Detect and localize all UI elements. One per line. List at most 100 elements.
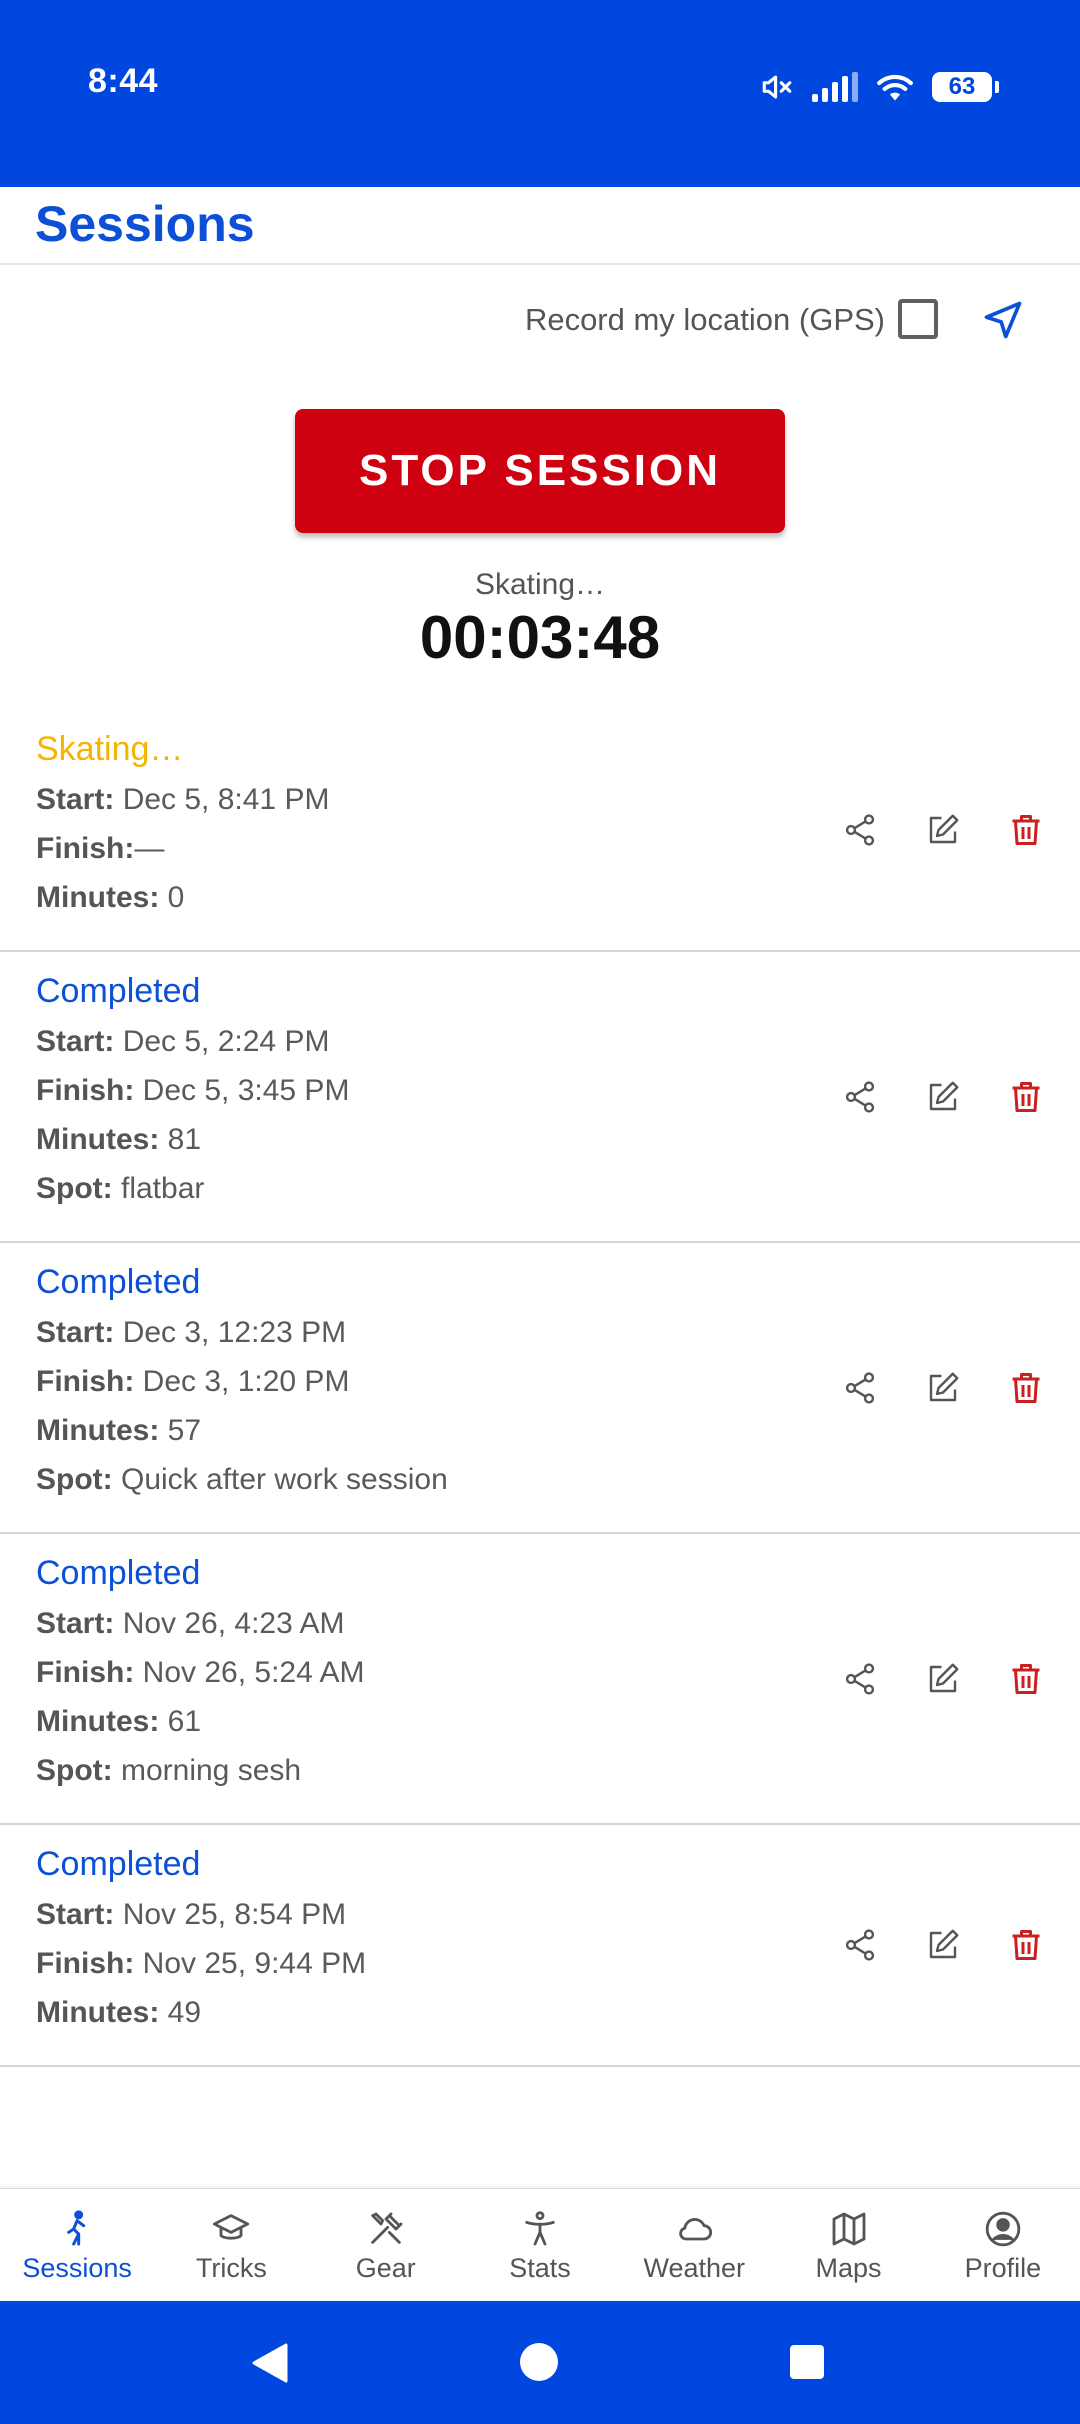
nav-profile[interactable]: Profile bbox=[926, 2189, 1080, 2301]
delete-button[interactable] bbox=[1006, 1368, 1046, 1408]
minutes-label: Minutes: bbox=[36, 1996, 160, 2029]
minutes-value: 0 bbox=[167, 881, 185, 914]
nav-sessions[interactable]: Sessions bbox=[0, 2189, 154, 2301]
cloud-icon bbox=[679, 2218, 713, 2241]
delete-button[interactable] bbox=[1006, 1659, 1046, 1699]
minutes-value: 61 bbox=[167, 1705, 202, 1738]
edit-button[interactable] bbox=[923, 1659, 963, 1699]
finish-label: Finish: bbox=[36, 1947, 135, 1980]
finish-value: Dec 3, 1:20 PM bbox=[142, 1365, 350, 1398]
session-actions bbox=[840, 1659, 1046, 1699]
share-button[interactable] bbox=[840, 1659, 880, 1699]
start-label: Start: bbox=[36, 1607, 115, 1640]
gps-checkbox[interactable] bbox=[898, 299, 938, 339]
minutes-label: Minutes: bbox=[36, 1414, 160, 1447]
nav-label: Stats bbox=[509, 2253, 571, 2283]
finish-value: — bbox=[134, 832, 165, 865]
nav-label: Gear bbox=[355, 2253, 416, 2283]
delete-button[interactable] bbox=[1006, 810, 1046, 850]
minutes-value: 81 bbox=[167, 1123, 202, 1156]
finish-label: Finish: bbox=[36, 1074, 135, 1107]
nav-label: Sessions bbox=[22, 2253, 132, 2283]
session-spot: Spot: Quick after work session bbox=[36, 1455, 1044, 1504]
edit-button[interactable] bbox=[923, 810, 963, 850]
edit-button[interactable] bbox=[923, 1368, 963, 1408]
edit-icon bbox=[929, 1929, 959, 1959]
trash-icon bbox=[1012, 1930, 1040, 1960]
nav-weather[interactable]: Weather bbox=[617, 2189, 771, 2301]
share-icon bbox=[845, 1662, 875, 1695]
session-card[interactable]: Completed Start: Dec 5, 2:24 PM Finish: … bbox=[0, 952, 1080, 1243]
home-icon[interactable] bbox=[520, 2343, 558, 2381]
start-label: Start: bbox=[36, 1316, 115, 1349]
session-minutes: Minutes: 49 bbox=[36, 1988, 1044, 2037]
session-card[interactable]: Skating… Start: Dec 5, 8:41 PM Finish:— … bbox=[0, 710, 1080, 952]
trash-icon bbox=[1012, 1081, 1040, 1112]
finish-label: Finish: bbox=[36, 1656, 135, 1689]
spot-label: Spot: bbox=[36, 1172, 113, 1205]
status-bar: 8:44 63 bbox=[0, 0, 1080, 187]
delete-button[interactable] bbox=[1006, 1077, 1046, 1117]
finish-value: Dec 5, 3:45 PM bbox=[142, 1074, 350, 1107]
start-value: Nov 26, 4:23 AM bbox=[122, 1607, 345, 1640]
edit-button[interactable] bbox=[923, 1077, 963, 1117]
delete-button[interactable] bbox=[1006, 1925, 1046, 1965]
session-card[interactable]: Completed Start: Nov 25, 8:54 PM Finish:… bbox=[0, 1825, 1080, 2067]
timer-status: Skating… bbox=[474, 568, 606, 601]
edit-icon bbox=[929, 1081, 959, 1110]
tools-icon bbox=[370, 2212, 403, 2244]
share-button[interactable] bbox=[840, 1077, 880, 1117]
nav-stats[interactable]: Stats bbox=[463, 2189, 617, 2301]
nav-tricks[interactable]: Tricks bbox=[154, 2189, 308, 2301]
session-status: Completed bbox=[36, 1554, 201, 1592]
session-start: Start: Nov 26, 4:23 AM bbox=[36, 1599, 1044, 1648]
system-nav-bar bbox=[0, 2301, 1080, 2424]
spot-value: morning sesh bbox=[120, 1754, 302, 1787]
gps-label: Record my location (GPS) bbox=[524, 302, 885, 337]
session-card[interactable]: Completed Start: Nov 26, 4:23 AM Finish:… bbox=[0, 1534, 1080, 1825]
start-value: Dec 3, 12:23 PM bbox=[122, 1316, 347, 1349]
status-time: 8:44 bbox=[88, 62, 159, 100]
nav-gear[interactable]: Gear bbox=[309, 2189, 463, 2301]
trash-icon bbox=[1012, 1372, 1040, 1403]
bottom-nav: Sessions Tricks Gear Stats Weather Maps bbox=[0, 2188, 1080, 2301]
share-button[interactable] bbox=[840, 810, 880, 850]
accessibility-person-icon bbox=[525, 2211, 555, 2246]
session-status: Completed bbox=[36, 972, 201, 1010]
minutes-label: Minutes: bbox=[36, 1123, 160, 1156]
spot-label: Spot: bbox=[36, 1754, 113, 1787]
back-icon[interactable] bbox=[250, 2343, 288, 2383]
session-status: Skating… bbox=[36, 730, 184, 768]
nav-label: Weather bbox=[643, 2253, 746, 2283]
battery-indicator: 63 bbox=[932, 72, 999, 102]
session-actions bbox=[840, 1368, 1046, 1408]
map-icon bbox=[832, 2212, 865, 2246]
minutes-value: 49 bbox=[167, 1996, 202, 2029]
session-minutes: Minutes: 0 bbox=[36, 873, 1044, 922]
skater-icon bbox=[67, 2210, 86, 2246]
wifi-icon bbox=[877, 75, 913, 101]
start-value: Dec 5, 2:24 PM bbox=[122, 1025, 330, 1058]
edit-icon bbox=[929, 1372, 959, 1401]
session-card[interactable]: Completed Start: Dec 3, 12:23 PM Finish:… bbox=[0, 1243, 1080, 1534]
start-label: Start: bbox=[36, 1898, 115, 1931]
nav-label: Profile bbox=[964, 2253, 1042, 2283]
session-list: Skating… Start: Dec 5, 8:41 PM Finish:— … bbox=[0, 710, 1080, 2067]
nav-maps[interactable]: Maps bbox=[771, 2189, 925, 2301]
finish-label: Finish: bbox=[36, 832, 135, 865]
edit-button[interactable] bbox=[923, 1925, 963, 1965]
share-button[interactable] bbox=[840, 1925, 880, 1965]
stop-session-button[interactable]: STOP SESSION bbox=[295, 409, 785, 533]
start-value: Dec 5, 8:41 PM bbox=[122, 783, 330, 816]
minutes-label: Minutes: bbox=[36, 1705, 160, 1738]
share-button[interactable] bbox=[840, 1368, 880, 1408]
session-spot: Spot: morning sesh bbox=[36, 1746, 1044, 1795]
session-start: Start: Dec 5, 2:24 PM bbox=[36, 1017, 1044, 1066]
mute-icon bbox=[762, 75, 792, 99]
nav-label: Maps bbox=[815, 2253, 882, 2283]
session-minutes: Minutes: 81 bbox=[36, 1115, 1044, 1164]
trash-icon bbox=[1012, 1663, 1040, 1694]
recent-apps-icon[interactable] bbox=[790, 2345, 824, 2379]
app-header: Sessions bbox=[0, 187, 1080, 265]
navigation-arrow-icon[interactable] bbox=[981, 298, 1025, 342]
